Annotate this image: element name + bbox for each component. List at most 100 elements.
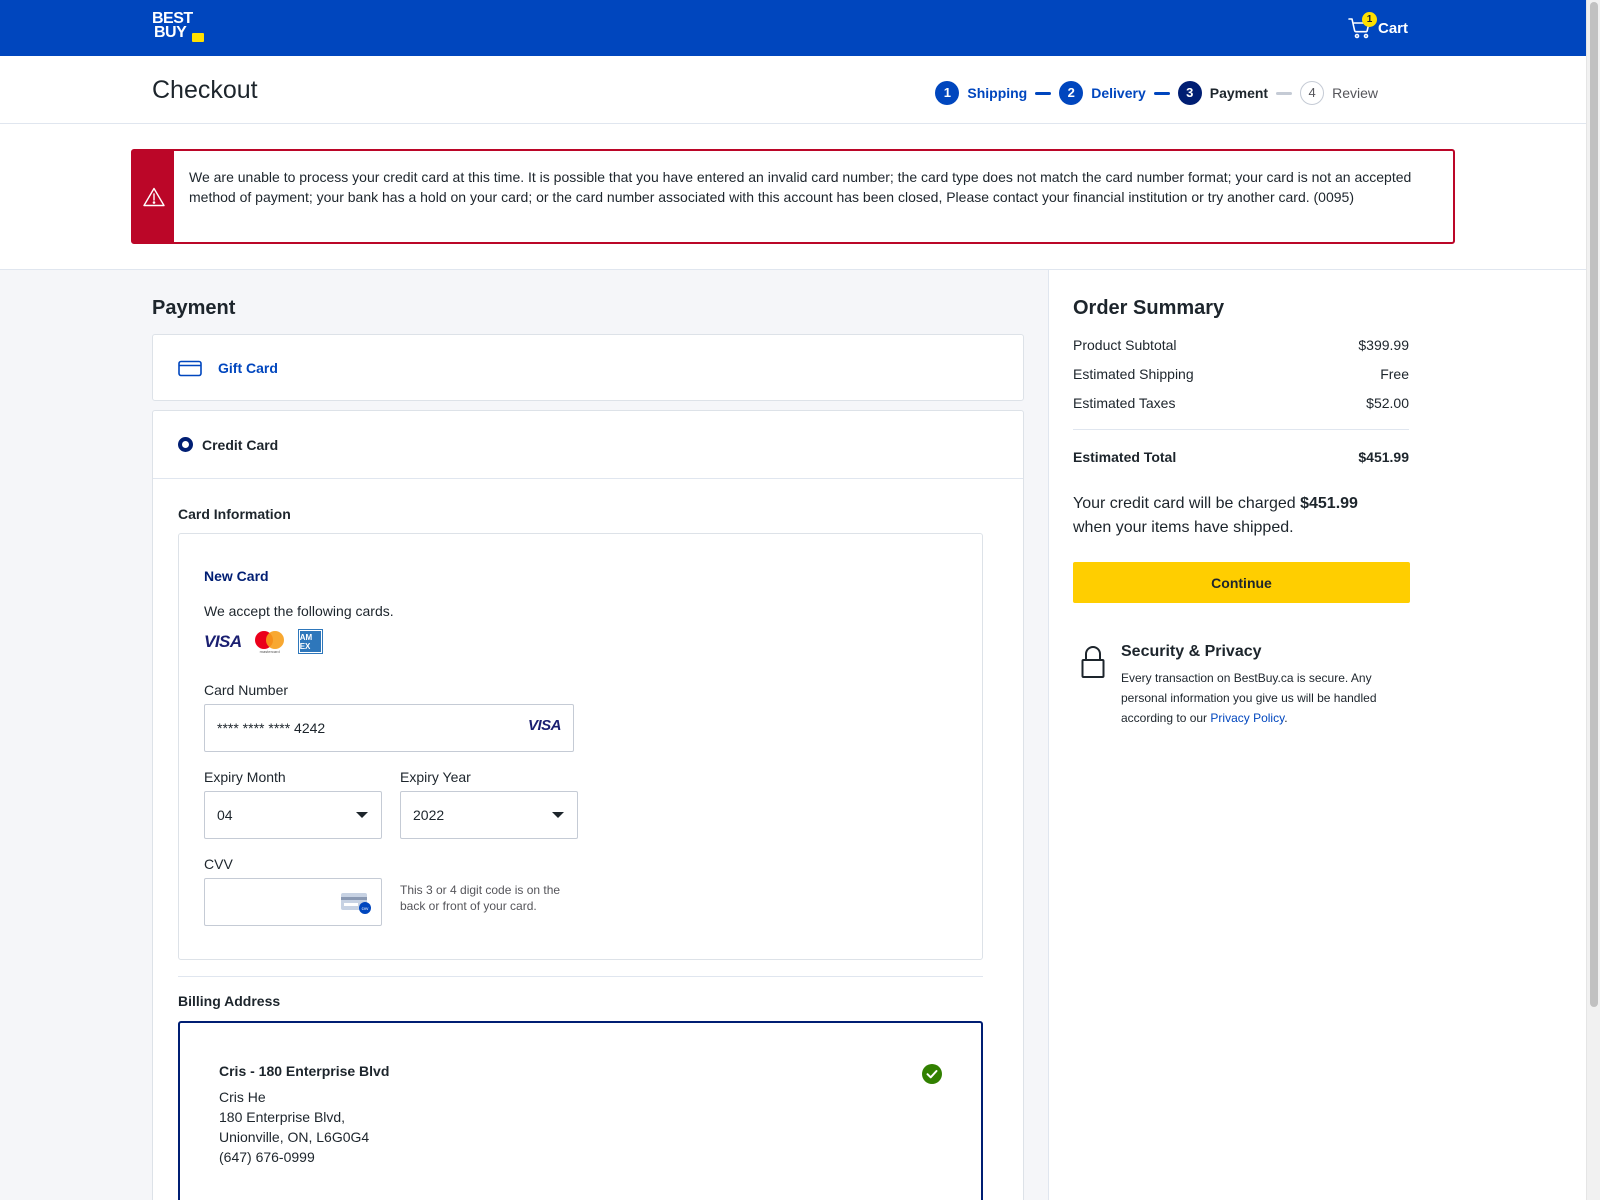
best-buy-logo[interactable]: BEST BUY	[152, 9, 206, 43]
cart-label: Cart	[1378, 19, 1409, 37]
error-alert-stripe	[133, 151, 174, 242]
credit-card-panel: Credit Card Card Information New Card We…	[152, 410, 1024, 1200]
step-number: 4	[1300, 81, 1325, 105]
error-section: We are unable to process your credit car…	[0, 124, 1586, 270]
amex-logo-icon: AM EX	[298, 630, 322, 653]
summary-divider	[1073, 429, 1409, 430]
card-number-input[interactable]: **** **** **** 4242 VISA	[204, 704, 574, 752]
logo-tag-icon	[192, 33, 204, 42]
logo-text-line2: BUY	[154, 24, 187, 41]
billing-address-card[interactable]: Cris - 180 Enterprise Blvd Cris He 180 E…	[178, 1021, 983, 1200]
charge-notice: Your credit card will be charged $451.99…	[1073, 492, 1409, 540]
order-summary-heading: Order Summary	[1073, 297, 1225, 319]
credit-card-radio[interactable]	[178, 437, 193, 452]
expiry-month-label: Expiry Month	[204, 769, 286, 785]
expiry-month-value: 04	[217, 807, 233, 823]
payment-heading: Payment	[152, 297, 236, 319]
billing-address-details: Cris He 180 Enterprise Blvd, Unionville,…	[219, 1087, 369, 1167]
summary-row-total: Estimated Total $451.99	[1073, 449, 1409, 465]
section-divider	[178, 976, 983, 977]
step-review: 4 Review	[1300, 81, 1378, 105]
cart-button[interactable]: 1 Cart	[1348, 12, 1408, 44]
top-header-bar: BEST BUY 1 Cart	[0, 0, 1586, 56]
charge-suffix: when your items have shipped.	[1073, 519, 1294, 536]
summary-row-label: Product Subtotal	[1073, 337, 1177, 353]
gift-card-option[interactable]: Gift Card	[152, 334, 1024, 401]
expiry-month-select[interactable]: 04	[204, 791, 382, 839]
summary-row-label: Estimated Shipping	[1073, 366, 1194, 382]
card-number-value: **** **** **** 4242	[217, 720, 326, 736]
summary-row-taxes: Estimated Taxes $52.00	[1073, 395, 1409, 411]
privacy-period: .	[1284, 711, 1288, 725]
card-information-heading: Card Information	[178, 506, 291, 522]
charge-prefix: Your credit card will be charged	[1073, 495, 1296, 512]
expiry-year-select[interactable]: 2022	[400, 791, 578, 839]
expiry-year-value: 2022	[413, 807, 445, 823]
step-number: 1	[935, 81, 960, 105]
chevron-down-icon	[356, 812, 368, 818]
mastercard-logo-text: mastercard	[259, 648, 280, 654]
step-label: Delivery	[1091, 85, 1146, 101]
error-alert: We are unable to process your credit car…	[131, 149, 1455, 244]
step-connector	[1035, 91, 1052, 95]
summary-total-value: $451.99	[1358, 449, 1409, 465]
summary-row-value: $52.00	[1366, 395, 1409, 411]
chevron-down-icon	[552, 812, 564, 818]
new-card-form: New Card We accept the following cards. …	[178, 533, 983, 960]
cvv-card-icon: cvv	[341, 893, 371, 914]
accepted-cards-text: We accept the following cards.	[204, 603, 394, 619]
step-label: Review	[1332, 85, 1378, 101]
checkmark-icon	[922, 1064, 942, 1084]
credit-card-option[interactable]: Credit Card	[153, 411, 1023, 479]
billing-city: Unionville, ON, L6G0G4	[219, 1129, 370, 1145]
lock-icon	[1081, 646, 1105, 678]
step-delivery[interactable]: 2 Delivery	[1059, 81, 1146, 105]
billing-street: 180 Enterprise Blvd,	[219, 1109, 346, 1125]
checkout-progress-steps: 1 Shipping 2 Delivery 3 Payment 4 Review	[935, 81, 1378, 105]
page-title: Checkout	[152, 76, 258, 104]
card-number-label: Card Number	[204, 682, 289, 698]
cvv-label: CVV	[204, 856, 233, 872]
gift-card-icon	[178, 360, 202, 377]
step-connector	[1276, 91, 1293, 95]
checkout-heading-row: Checkout 1 Shipping 2 Delivery 3 Payment…	[0, 56, 1586, 124]
billing-person: Cris He	[219, 1089, 266, 1105]
step-payment: 3 Payment	[1177, 81, 1269, 105]
cvv-help-text: This 3 or 4 digit code is on the back or…	[400, 883, 561, 913]
step-shipping[interactable]: 1 Shipping	[935, 81, 1027, 105]
step-number: 2	[1059, 81, 1084, 105]
warning-icon	[142, 187, 165, 206]
security-privacy-heading: Security & Privacy	[1121, 643, 1262, 660]
summary-row-value: Free	[1380, 366, 1409, 382]
step-connector	[1153, 91, 1170, 95]
summary-row-value: $399.99	[1358, 337, 1409, 353]
gift-card-label: Gift Card	[218, 360, 278, 376]
billing-address-heading: Billing Address	[178, 993, 281, 1009]
credit-card-label: Credit Card	[202, 437, 279, 453]
visa-logo-icon: VISA	[204, 631, 242, 651]
privacy-policy-link[interactable]: Privacy Policy	[1210, 711, 1284, 725]
cart-count-badge: 1	[1362, 12, 1377, 27]
svg-text:cvv: cvv	[362, 906, 370, 911]
expiry-year-label: Expiry Year	[400, 769, 471, 785]
mastercard-logo-icon: mastercard	[254, 630, 285, 654]
charge-amount: $451.99	[1300, 495, 1358, 512]
visa-icon: VISA	[527, 717, 562, 734]
new-card-title: New Card	[204, 568, 269, 584]
error-message: We are unable to process your credit car…	[189, 169, 1412, 205]
summary-row-shipping: Estimated Shipping Free	[1073, 366, 1409, 382]
scrollbar-thumb[interactable]	[1590, 2, 1598, 1007]
billing-phone: (647) 676-0999	[219, 1149, 315, 1165]
page-scrollbar[interactable]	[1586, 0, 1600, 1200]
summary-total-label: Estimated Total	[1073, 449, 1177, 465]
step-label: Payment	[1209, 85, 1269, 101]
cvv-input[interactable]: cvv	[204, 878, 382, 926]
step-label: Shipping	[967, 85, 1028, 101]
step-number: 3	[1177, 81, 1202, 105]
accepted-card-logos: VISA mastercard AM EX	[204, 630, 322, 654]
continue-button[interactable]: Continue	[1073, 562, 1410, 603]
billing-address-title: Cris - 180 Enterprise Blvd	[219, 1063, 390, 1079]
security-privacy-text: Every transaction on BestBuy.ca is secur…	[1121, 668, 1407, 728]
summary-row-label: Estimated Taxes	[1073, 395, 1176, 411]
summary-row-subtotal: Product Subtotal $399.99	[1073, 337, 1409, 353]
